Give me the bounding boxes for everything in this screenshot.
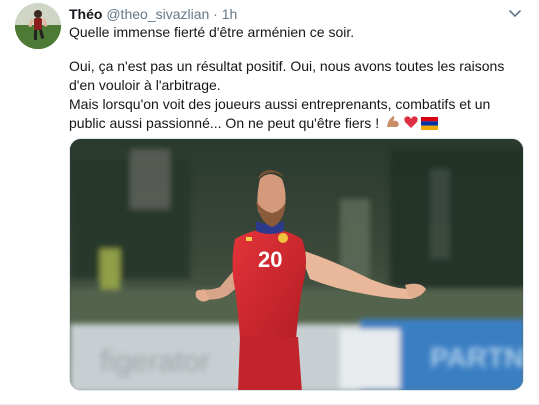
banner-text-left: figerator	[100, 345, 210, 378]
tweet[interactable]: Théo @theo_sivazlian · 1h Quelle immense…	[0, 0, 539, 405]
separator: ·	[213, 6, 218, 22]
tweet-line-3: Mais lorsqu'on voit des joueurs aussi en…	[69, 95, 524, 135]
handle[interactable]: @theo_sivazlian	[106, 6, 209, 22]
timestamp[interactable]: 1h	[222, 6, 238, 22]
tweet-photo[interactable]: figerator PARTN 20	[69, 138, 524, 391]
red-heart-icon	[403, 114, 419, 135]
tweet-header: Théo @theo_sivazlian · 1h	[69, 5, 237, 23]
banner-text-right: PARTN	[430, 342, 524, 373]
armenia-flag-icon	[420, 116, 438, 135]
jersey-number: 20	[258, 247, 282, 272]
flexed-biceps-icon	[385, 114, 401, 135]
tweet-text: Quelle immense fierté d'être arménien ce…	[69, 23, 524, 135]
tweet-line-2: Oui, ça n'est pas un résultat positif. O…	[69, 58, 505, 93]
tweet-line-1: Quelle immense fierté d'être arménien ce…	[69, 24, 355, 40]
avatar[interactable]	[15, 3, 61, 49]
display-name[interactable]: Théo	[69, 6, 102, 22]
chevron-down-icon[interactable]	[507, 5, 523, 21]
